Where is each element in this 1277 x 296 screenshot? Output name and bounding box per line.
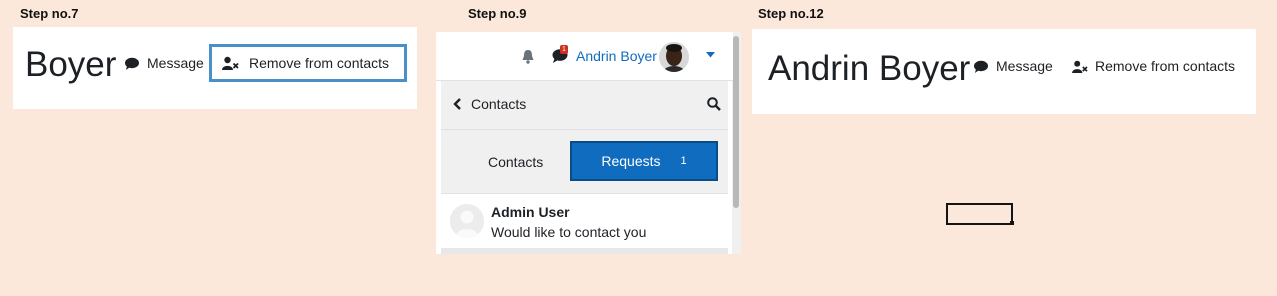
message-label: Message <box>147 55 204 71</box>
remove-from-contacts-button[interactable]: Remove from contacts <box>1072 58 1235 74</box>
message-label: Message <box>996 58 1053 74</box>
step12-label: Step no.12 <box>758 6 824 21</box>
notification-count-badge: 1 <box>560 45 568 54</box>
tab-requests-label: Requests <box>601 153 661 169</box>
list-item[interactable]: Admin User Would like to contact you <box>441 194 728 248</box>
request-sender-name: Admin User <box>491 204 570 220</box>
messaging-drawer-step9: 1 Andrin Boyer Contacts Contacts Request… <box>436 32 741 254</box>
list-divider <box>441 248 728 254</box>
tab-contacts[interactable]: Contacts <box>488 154 543 170</box>
user-remove-icon <box>1072 60 1088 73</box>
contacts-title[interactable]: Contacts <box>471 96 526 112</box>
message-button[interactable]: Message <box>125 55 204 71</box>
scrollbar-thumb[interactable] <box>733 36 739 208</box>
step9-label: Step no.9 <box>468 6 527 21</box>
highlight-box <box>946 203 1013 225</box>
chevron-left-icon[interactable] <box>453 98 461 110</box>
message-button[interactable]: Message <box>974 58 1053 74</box>
step7-label: Step no.7 <box>20 6 79 21</box>
profile-header-step7: Boyer Message Remove from contacts <box>13 27 417 109</box>
tab-requests[interactable]: Requests 1 <box>570 141 718 181</box>
navbar: 1 Andrin Boyer <box>436 32 733 81</box>
avatar <box>450 204 484 238</box>
profile-header-step12: Andrin Boyer Message Remove from contact… <box>752 29 1256 114</box>
profile-name: Boyer <box>25 45 117 84</box>
request-message: Would like to contact you <box>491 224 647 240</box>
user-menu-name[interactable]: Andrin Boyer <box>576 48 657 64</box>
avatar[interactable] <box>659 42 689 72</box>
profile-name: Andrin Boyer <box>768 49 971 88</box>
remove-label: Remove from contacts <box>249 55 390 71</box>
user-remove-icon <box>222 56 239 70</box>
search-icon[interactable] <box>707 97 721 111</box>
bell-icon[interactable] <box>521 49 535 64</box>
contacts-tabs: Contacts Requests 1 <box>441 130 728 194</box>
remove-from-contacts-button[interactable]: Remove from contacts <box>209 44 407 82</box>
drawer-header: Contacts <box>441 81 728 130</box>
remove-label: Remove from contacts <box>1095 58 1236 74</box>
chat-icon <box>974 60 988 73</box>
highlight-box-handle <box>1010 221 1014 225</box>
chat-icon <box>125 57 139 70</box>
caret-down-icon[interactable] <box>706 52 715 58</box>
requests-count: 1 <box>680 155 687 167</box>
